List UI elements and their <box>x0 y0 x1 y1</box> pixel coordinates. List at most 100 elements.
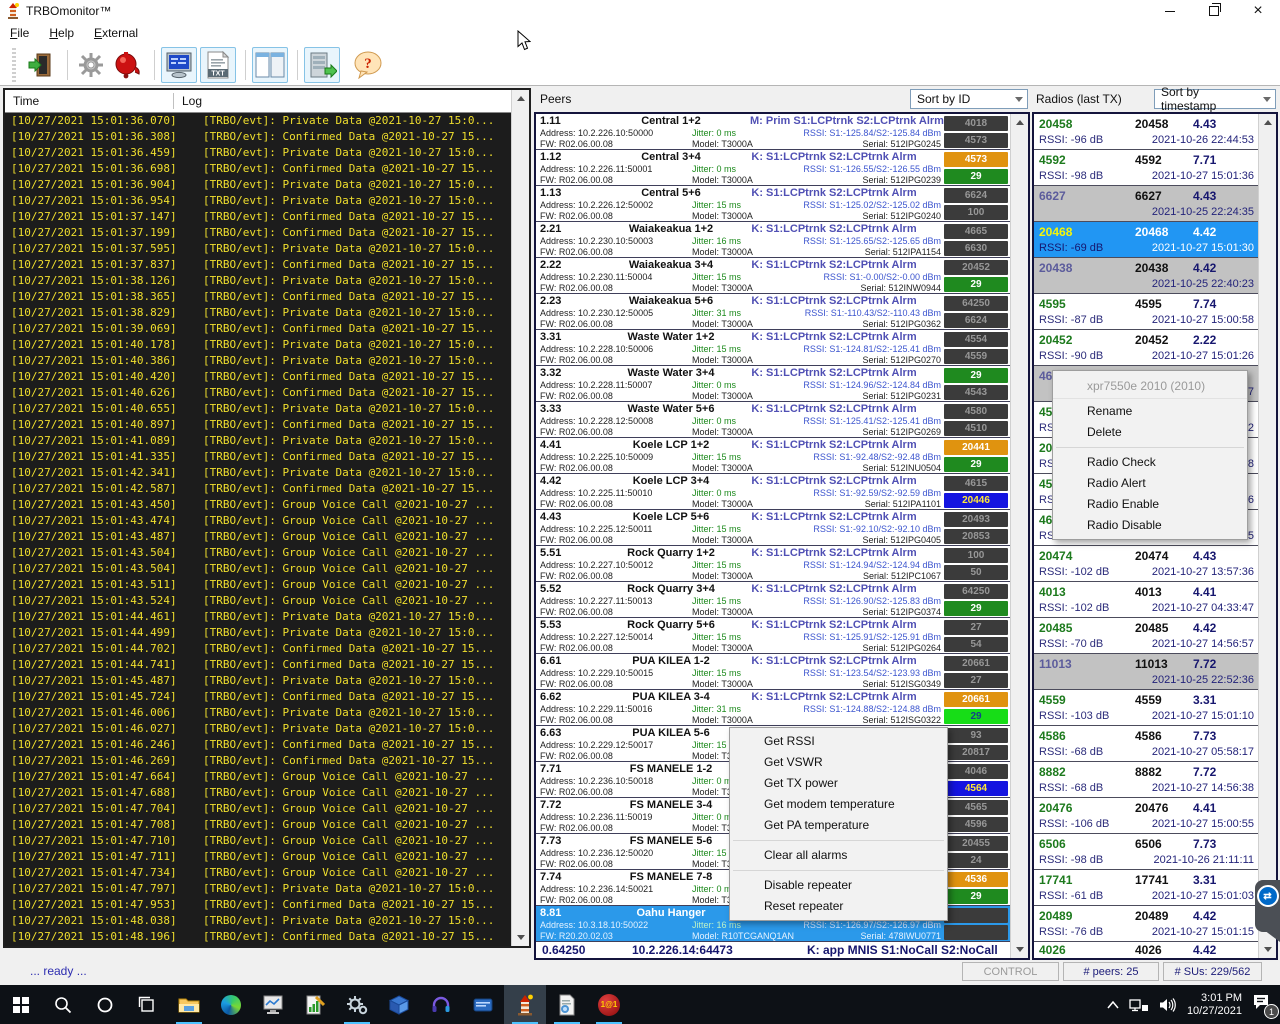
peer-row[interactable]: 4.41Koele LCP 1+2K: S1:LCPtrnk S2:LCPtrn… <box>536 438 1010 474</box>
menu-item-get-rssi[interactable]: Get RSSI <box>730 731 947 752</box>
log-row[interactable]: [10/27/2021 15:01:40.655][TRBO/evt]: Pri… <box>5 401 511 417</box>
menu-help[interactable]: Help <box>47 24 84 42</box>
menu-item-disable-repeater[interactable]: Disable repeater <box>730 875 947 896</box>
log-viewer-icon[interactable] <box>294 985 336 1024</box>
log-row[interactable]: [10/27/2021 15:01:38.126][TRBO/evt]: Pri… <box>5 273 511 289</box>
tray-clock[interactable]: 3:01 PM 10/27/2021 <box>1187 992 1242 1018</box>
menu-item-rename[interactable]: Rename <box>1053 401 1247 422</box>
txt-log-icon[interactable]: TXT <box>200 47 236 83</box>
log-row[interactable]: [10/27/2021 15:01:37.199][TRBO/evt]: Con… <box>5 225 511 241</box>
log-row[interactable]: [10/27/2021 15:01:43.450][TRBO/evt]: Gro… <box>5 497 511 513</box>
radio-row[interactable]: 20489204894.42RSSI: -76 dB2021-10-27 15:… <box>1034 906 1258 942</box>
log-row[interactable]: [10/27/2021 15:01:42.341][TRBO/evt]: Pri… <box>5 465 511 481</box>
radios-sort-dropdown[interactable]: Sort by timestamp <box>1154 89 1276 109</box>
log-row[interactable]: [10/27/2021 15:01:36.459][TRBO/evt]: Pri… <box>5 145 511 161</box>
log-row[interactable]: [10/27/2021 15:01:45.487][TRBO/evt]: Pri… <box>5 673 511 689</box>
radio-row[interactable]: 459245927.71RSSI: -98 dB2021-10-27 15:01… <box>1034 150 1258 186</box>
export-server-icon[interactable] <box>304 47 340 83</box>
menu-file[interactable]: File <box>8 24 39 42</box>
cortana-icon[interactable] <box>84 985 126 1024</box>
log-row[interactable]: [10/27/2021 15:01:43.511][TRBO/evt]: Gro… <box>5 577 511 593</box>
log-row[interactable]: [10/27/2021 15:01:40.626][TRBO/evt]: Con… <box>5 385 511 401</box>
peer-row[interactable]: 2.21Waiakeakua 1+2K: S1:LCPtrnk S2:LCPtr… <box>536 222 1010 258</box>
log-row[interactable]: [10/27/2021 15:01:46.027][TRBO/evt]: Pri… <box>5 721 511 737</box>
log-row[interactable]: [10/27/2021 15:01:36.954][TRBO/evt]: Pri… <box>5 193 511 209</box>
radio-row[interactable]: 20438204384.422021-10-25 22:40:23 <box>1034 258 1258 294</box>
close-button[interactable]: × <box>1236 0 1280 22</box>
peer-row[interactable]: 3.32Waste Water 3+4K: S1:LCPtrnk S2:LCPt… <box>536 366 1010 402</box>
log-row[interactable]: [10/27/2021 15:01:43.504][TRBO/evt]: Gro… <box>5 545 511 561</box>
peer-row[interactable]: 6.61PUA KILEA 1-2K: S1:LCPtrnk S2:LCPtrn… <box>536 654 1010 690</box>
radio-row[interactable]: 458645867.73RSSI: -68 dB2021-10-27 05:58… <box>1034 726 1258 762</box>
log-row[interactable]: [10/27/2021 15:01:44.461][TRBO/evt]: Pri… <box>5 609 511 625</box>
monitor-view-icon[interactable] <box>161 47 197 83</box>
edge-icon[interactable] <box>210 985 252 1024</box>
volume-icon[interactable] <box>1159 997 1177 1013</box>
log-row[interactable]: [10/27/2021 15:01:36.904][TRBO/evt]: Pri… <box>5 177 511 193</box>
log-row[interactable]: [10/27/2021 15:01:43.504][TRBO/evt]: Gro… <box>5 561 511 577</box>
radio-row[interactable]: 662766274.432021-10-25 22:24:35 <box>1034 186 1258 222</box>
log-rows[interactable]: [10/27/2021 15:01:36.070][TRBO/evt]: Pri… <box>5 113 511 946</box>
log-row[interactable]: [10/27/2021 15:01:47.688][TRBO/evt]: Gro… <box>5 785 511 801</box>
alarm-bell-icon[interactable] <box>111 48 145 82</box>
peers-sort-dropdown[interactable]: Sort by ID <box>910 89 1028 109</box>
peer-row[interactable]: 6.62PUA KILEA 3-4K: S1:LCPtrnk S2:LCPtrn… <box>536 690 1010 726</box>
file-explorer-icon[interactable] <box>168 985 210 1024</box>
log-row[interactable]: [10/27/2021 15:01:47.953][TRBO/evt]: Con… <box>5 897 511 913</box>
log-row[interactable]: [10/27/2021 15:01:41.335][TRBO/evt]: Con… <box>5 449 511 465</box>
radio-row[interactable]: 459545957.74RSSI: -87 dB2021-10-27 15:00… <box>1034 294 1258 330</box>
headset-app-icon[interactable] <box>420 985 462 1024</box>
peer-row[interactable]: 5.53Rock Quarry 5+6K: S1:LCPtrnk S2:LCPt… <box>536 618 1010 654</box>
log-scrollbar[interactable] <box>511 90 529 946</box>
log-row[interactable]: [10/27/2021 15:01:37.595][TRBO/evt]: Pri… <box>5 241 511 257</box>
log-row[interactable]: [10/27/2021 15:01:41.089][TRBO/evt]: Pri… <box>5 433 511 449</box>
radio-row[interactable]: 20452204522.22RSSI: -90 dB2021-10-27 15:… <box>1034 330 1258 366</box>
restore-button[interactable] <box>1192 0 1236 22</box>
log-row[interactable]: [10/27/2021 15:01:36.308][TRBO/evt]: Con… <box>5 129 511 145</box>
menu-item-get-pa-temperature[interactable]: Get PA temperature <box>730 815 947 836</box>
peer-row[interactable]: 4.42Koele LCP 3+4K: S1:LCPtrnk S2:LCPtrn… <box>536 474 1010 510</box>
peer-row[interactable]: 1.13Central 5+6K: S1:LCPtrnk S2:LCPtrnk … <box>536 186 1010 222</box>
search-icon[interactable] <box>42 985 84 1024</box>
radio-row[interactable]: 11013110137.722021-10-25 22:52:36 <box>1034 654 1258 690</box>
columns-view-icon[interactable] <box>252 47 288 83</box>
settings-gear-icon[interactable] <box>74 48 108 82</box>
peer-row[interactable]: 3.33Waste Water 5+6K: S1:LCPtrnk S2:LCPt… <box>536 402 1010 438</box>
peer-row[interactable]: 3.31Waste Water 1+2K: S1:LCPtrnk S2:LCPt… <box>536 330 1010 366</box>
log-row[interactable]: [10/27/2021 15:01:36.070][TRBO/evt]: Pri… <box>5 113 511 129</box>
radio-row[interactable]: 20458204584.43RSSI: -96 dB2021-10-26 22:… <box>1034 114 1258 150</box>
scroll-down-icon[interactable] <box>1259 941 1276 958</box>
radio-row[interactable]: 20474204744.43RSSI: -102 dB2021-10-27 13… <box>1034 546 1258 582</box>
doc-search-app-icon[interactable] <box>546 985 588 1024</box>
trbomonitor-taskbar-icon[interactable] <box>504 985 546 1024</box>
log-row[interactable]: [10/27/2021 15:01:44.702][TRBO/evt]: Con… <box>5 641 511 657</box>
network-icon[interactable] <box>1129 997 1149 1013</box>
menu-item-delete[interactable]: Delete <box>1053 422 1247 443</box>
scroll-up-icon[interactable] <box>1259 114 1276 131</box>
log-row[interactable]: [10/27/2021 15:01:38.829][TRBO/evt]: Pri… <box>5 305 511 321</box>
notification-center-icon[interactable]: 1 <box>1252 993 1272 1016</box>
menu-item-radio-disable[interactable]: Radio Disable <box>1053 515 1247 536</box>
scroll-up-icon[interactable] <box>1011 114 1028 131</box>
menu-item-get-modem-temperature[interactable]: Get modem temperature <box>730 794 947 815</box>
scroll-down-icon[interactable] <box>512 929 529 946</box>
log-row[interactable]: [10/27/2021 15:01:44.741][TRBO/evt]: Con… <box>5 657 511 673</box>
log-row[interactable]: [10/27/2021 15:01:37.147][TRBO/evt]: Con… <box>5 209 511 225</box>
menu-item-clear-all-alarms[interactable]: Clear all alarms <box>730 845 947 866</box>
radio-row[interactable]: 402640264.42 <box>1034 942 1258 958</box>
exit-door-icon[interactable] <box>24 48 58 82</box>
log-row[interactable]: [10/27/2021 15:01:47.710][TRBO/evt]: Gro… <box>5 833 511 849</box>
menu-item-radio-enable[interactable]: Radio Enable <box>1053 494 1247 515</box>
radio-row[interactable]: 888288827.72RSSI: -68 dB2021-10-27 14:56… <box>1034 762 1258 798</box>
radio-row[interactable]: 20485204854.42RSSI: -70 dB2021-10-27 14:… <box>1034 618 1258 654</box>
log-row[interactable]: [10/27/2021 15:01:46.006][TRBO/evt]: Pri… <box>5 705 511 721</box>
red-badge-app-icon[interactable]: 1@1 <box>588 985 630 1024</box>
log-row[interactable]: [10/27/2021 15:01:47.711][TRBO/evt]: Gro… <box>5 849 511 865</box>
log-row[interactable]: [10/27/2021 15:01:47.708][TRBO/evt]: Gro… <box>5 817 511 833</box>
radios-scrollbar[interactable] <box>1258 114 1276 958</box>
menu-item-reset-repeater[interactable]: Reset repeater <box>730 896 947 917</box>
log-row[interactable]: [10/27/2021 15:01:46.246][TRBO/evt]: Con… <box>5 737 511 753</box>
minimize-button[interactable] <box>1148 0 1192 22</box>
log-row[interactable]: [10/27/2021 15:01:37.837][TRBO/evt]: Con… <box>5 257 511 273</box>
peer-row[interactable]: 4.43Koele LCP 5+6K: S1:LCPtrnk S2:LCPtrn… <box>536 510 1010 546</box>
